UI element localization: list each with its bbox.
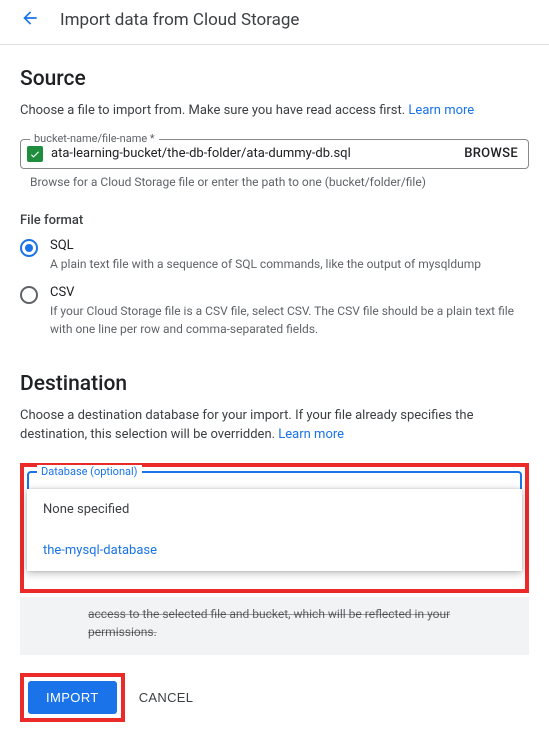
action-bar: IMPORT CANCEL: [20, 673, 529, 722]
destination-description-text: Choose a destination database for your i…: [20, 408, 474, 443]
destination-description: Choose a destination database for your i…: [20, 406, 529, 445]
radio-selected-icon: [20, 239, 38, 257]
permissions-info-box: access to the selected file and bucket, …: [20, 597, 529, 655]
radio-csv-label: CSV: [50, 285, 529, 300]
permissions-info-line2: permissions.: [88, 625, 157, 639]
radio-csv[interactable]: CSV If your Cloud Storage file is a CSV …: [20, 285, 529, 338]
database-select-label: Database (optional): [37, 465, 142, 478]
radio-unselected-icon: [20, 286, 38, 304]
permissions-info-line1: access to the selected file and bucket, …: [88, 607, 450, 621]
radio-csv-desc: If your Cloud Storage file is a CSV file…: [50, 302, 529, 338]
browse-button[interactable]: BROWSE: [454, 146, 518, 161]
source-file-help: Browse for a Cloud Storage file or enter…: [30, 175, 529, 189]
radio-sql-desc: A plain text file with a sequence of SQL…: [50, 255, 529, 273]
source-file-input[interactable]: ata-learning-bucket/the-db-folder/ata-du…: [51, 146, 454, 161]
database-dropdown-container: Database (optional) None specified the-m…: [20, 463, 529, 593]
page-header: Import data from Cloud Storage: [0, 0, 549, 45]
destination-heading: Destination: [20, 372, 529, 396]
back-arrow-icon[interactable]: [20, 8, 40, 32]
source-file-label: bucket-name/file-name *: [30, 132, 159, 145]
page-title: Import data from Cloud Storage: [60, 10, 299, 30]
file-format-label: File format: [20, 213, 529, 228]
source-heading: Source: [20, 67, 529, 91]
source-description-text: Choose a file to import from. Make sure …: [20, 103, 408, 118]
dropdown-item-none[interactable]: None specified: [27, 489, 522, 530]
cancel-button[interactable]: CANCEL: [139, 690, 194, 705]
radio-sql[interactable]: SQL A plain text file with a sequence of…: [20, 238, 529, 273]
dropdown-item-mysql[interactable]: the-mysql-database: [27, 530, 522, 571]
source-description: Choose a file to import from. Make sure …: [20, 101, 529, 121]
destination-learn-more-link[interactable]: Learn more: [278, 427, 344, 442]
source-file-field: bucket-name/file-name * ata-learning-buc…: [20, 139, 529, 169]
database-dropdown-menu: None specified the-mysql-database: [27, 489, 522, 571]
import-highlight: IMPORT: [20, 673, 125, 722]
checkmark-icon: [27, 146, 43, 162]
radio-sql-label: SQL: [50, 238, 529, 253]
source-learn-more-link[interactable]: Learn more: [408, 103, 474, 118]
import-button[interactable]: IMPORT: [28, 681, 117, 714]
